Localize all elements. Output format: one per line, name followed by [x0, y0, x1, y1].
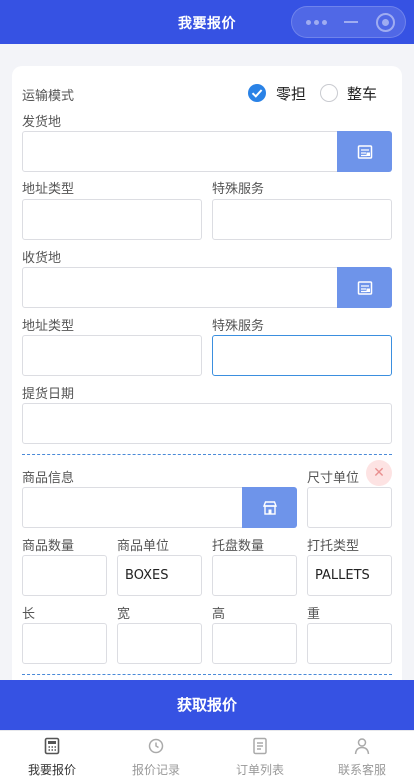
goods-info-label: 商品信息 [22, 471, 75, 486]
goods-quantity-input[interactable] [22, 555, 107, 596]
destination-special-service-label: 特殊服务 [212, 319, 265, 334]
radio-ftl[interactable] [320, 84, 338, 102]
more-icon[interactable] [306, 20, 328, 25]
pickup-date-picker[interactable] [22, 403, 392, 444]
tab-quote[interactable]: 我要报价 [0, 731, 104, 780]
radio-ltl-label[interactable]: 零担 [276, 83, 306, 104]
origin-address-type-label: 地址类型 [22, 182, 75, 197]
destination-special-service-select[interactable] [212, 335, 392, 376]
pallet-quantity-label: 托盘数量 [212, 539, 265, 554]
width-input[interactable] [117, 623, 202, 664]
pallet-type-label: 打托类型 [307, 539, 360, 554]
origin-special-service-label: 特殊服务 [212, 182, 265, 197]
size-unit-select[interactable] [307, 487, 392, 528]
pallet-quantity-input[interactable] [212, 555, 297, 596]
origin-address-type-select[interactable] [22, 199, 202, 240]
goods-quantity-label: 商品数量 [22, 539, 75, 554]
origin-address-book-button[interactable] [337, 131, 392, 172]
weight-label: 重 [307, 607, 321, 622]
size-unit-label: 尺寸单位 [307, 471, 360, 486]
calculator-icon [44, 737, 60, 755]
length-label: 长 [22, 607, 36, 622]
destination-address-type-label: 地址类型 [22, 319, 75, 334]
radio-ftl-label[interactable]: 整车 [347, 83, 377, 104]
mini-program-capsule [291, 6, 406, 38]
origin-label: 发货地 [22, 115, 62, 130]
address-book-icon [357, 280, 372, 295]
length-input[interactable] [22, 623, 107, 664]
section-divider [22, 674, 392, 675]
goods-select-button[interactable] [242, 487, 297, 528]
check-icon [251, 89, 263, 98]
width-label: 宽 [117, 607, 131, 622]
bottom-tab-bar: 我要报价 报价记录 订单列表 联系客服 [0, 730, 414, 780]
destination-address-book-button[interactable] [337, 267, 392, 308]
destination-label: 收货地 [22, 251, 62, 266]
goods-unit-select[interactable]: BOXES [117, 555, 202, 596]
height-input[interactable] [212, 623, 297, 664]
navigation-bar: 我要报价 [0, 0, 414, 44]
get-quote-button[interactable]: 获取报价 [0, 680, 414, 730]
section-divider [22, 454, 392, 455]
tab-quote-history[interactable]: 报价记录 [104, 731, 208, 780]
history-icon [148, 738, 164, 754]
store-icon [262, 500, 277, 515]
tab-label: 报价记录 [131, 763, 180, 777]
close-target-icon[interactable] [376, 13, 395, 32]
radio-ltl-checked[interactable] [248, 84, 266, 102]
pickup-date-label: 提货日期 [22, 387, 75, 402]
order-list-icon [253, 737, 267, 755]
origin-special-service-select[interactable] [212, 199, 392, 240]
tab-order-list[interactable]: 订单列表 [208, 731, 312, 780]
address-book-icon [357, 144, 372, 159]
height-label: 高 [212, 607, 226, 622]
quote-form-card: 运输模式 零担 整车 发货地 地址类型 特殊服务 收货地 地址类型 特殊服务 提… [12, 66, 402, 726]
tab-label: 订单列表 [235, 763, 284, 777]
tab-label: 我要报价 [27, 763, 76, 777]
destination-address-type-select[interactable] [22, 335, 202, 376]
delete-goods-icon[interactable]: ✕ [366, 460, 392, 486]
user-icon [354, 738, 370, 755]
weight-input[interactable] [307, 623, 392, 664]
tab-label: 联系客服 [337, 763, 386, 777]
minimize-icon[interactable] [344, 21, 358, 23]
transport-mode-label: 运输模式 [22, 89, 75, 104]
destination-input[interactable] [22, 267, 338, 308]
pallet-type-select[interactable]: PALLETS [307, 555, 392, 596]
goods-unit-label: 商品单位 [117, 539, 170, 554]
goods-info-input[interactable] [22, 487, 243, 528]
origin-input[interactable] [22, 131, 338, 172]
tab-customer-service[interactable]: 联系客服 [310, 731, 414, 780]
